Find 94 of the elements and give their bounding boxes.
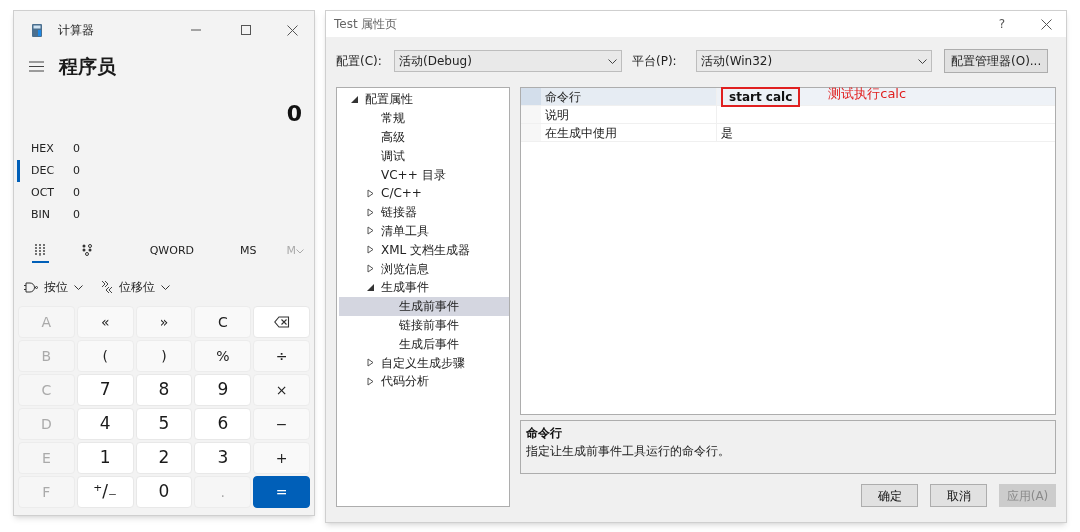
property-name: 命令行 [541,88,717,105]
bitwise-menu[interactable]: 按位 [24,278,83,296]
calculator-key[interactable]: 1 [76,442,134,474]
display-value: 0 [286,100,302,128]
word-size-button[interactable]: QWORD [149,242,194,260]
window-title: 计算器 [58,22,94,39]
description-text: 指定让生成前事件工具运行的命令行。 [526,443,731,461]
property-row[interactable]: 命令行 start calc 测试执行calc [521,88,1055,106]
calculator-key[interactable]: ⁺/₋ [76,476,134,508]
calculator-key[interactable]: 7 [76,374,134,406]
dialog-button[interactable]: 取消 [930,484,987,507]
calculator-key[interactable]: 3 [194,442,252,474]
chevron-down-icon [74,284,83,290]
base-row[interactable]: HEX 0 [17,138,314,160]
base-value: 0 [73,206,80,223]
calculator-key[interactable] [253,306,310,338]
chevron-down-icon [918,58,927,64]
tree-item[interactable]: 生成事件 [339,277,509,297]
property-row[interactable]: 在生成中使用 是 [521,124,1055,142]
calculator-key[interactable]: 4 [76,408,134,440]
calculator-key[interactable]: 2 [135,442,193,474]
logic-gate-icon [24,281,38,293]
base-row[interactable]: OCT 0 [17,182,314,204]
base-value: 0 [73,140,80,157]
backspace-icon [273,316,290,328]
tree-item[interactable]: 高级 [339,127,509,147]
calculator-key[interactable]: + [253,442,310,474]
calculator-key[interactable]: ÷ [253,340,310,372]
help-button[interactable]: ? [998,15,1005,33]
calculator-key[interactable]: ( [76,340,134,372]
expanded-arrow-icon [351,95,358,103]
tree-item[interactable]: 常规 [339,108,509,128]
shift-chevrons-icon [101,280,113,294]
bit-shift-menu[interactable]: 位移位 [101,278,170,296]
calculator-key[interactable]: 8 [135,374,193,406]
calculator-key[interactable]: × [253,374,310,406]
calculator-key[interactable]: − [253,408,310,440]
calculator-key[interactable]: 6 [194,408,252,440]
calculator-key[interactable]: « [76,306,134,338]
base-label: DEC [31,162,56,179]
property-row[interactable]: 说明 [521,106,1055,124]
calculator-key[interactable]: C [194,306,252,338]
tree-item[interactable]: 生成后事件 [339,334,509,354]
tree-item[interactable]: XML 文档生成器 [339,240,509,260]
tree-item[interactable]: 清单工具 [339,221,509,241]
tree-item[interactable]: 代码分析 [339,371,509,391]
platform-dropdown[interactable]: 活动(Win32) [696,50,932,72]
tree-item[interactable]: C/C++ [339,184,509,203]
calculator-key[interactable]: = [253,476,310,508]
keypad-icon [35,244,46,256]
calculator-key[interactable]: 9 [194,374,252,406]
base-value: 0 [73,184,80,201]
calculator-icon [32,23,42,37]
configuration-dropdown[interactable]: 活动(Debug) [394,50,622,72]
tree-item[interactable]: 链接器 [339,202,509,222]
property-value[interactable]: start calc [721,86,801,107]
tree-item[interactable]: 生成前事件 [339,296,509,316]
base-label: BIN [31,206,52,223]
base-value: 0 [73,162,80,179]
base-label: HEX [31,140,55,157]
calculator-key[interactable]: 5 [135,408,193,440]
platform-label: 平台(P): [632,53,678,70]
bit-dots-icon [82,244,93,256]
calculator-key[interactable]: 0 [135,476,193,508]
chevron-down-icon [296,248,304,254]
memory-save-button[interactable]: MS [240,242,257,260]
window-title: Test 属性页 [334,16,398,33]
property-value[interactable]: 是 [721,123,733,142]
dialog-button[interactable]: 确定 [861,484,918,507]
menu-icon[interactable] [29,60,44,72]
calculator-key[interactable]: » [135,306,193,338]
configuration-label: 配置(C): [336,53,383,70]
tree-item[interactable]: 链接前事件 [339,315,509,335]
calculator-key[interactable]: % [194,340,252,372]
chevron-down-icon [608,58,617,64]
tree-item[interactable]: 配置属性 [339,90,509,109]
property-name: 说明 [541,106,717,123]
tree-item[interactable]: VC++ 目录 [339,165,509,184]
close-icon[interactable] [287,24,298,36]
tree-item[interactable]: 浏览信息 [339,259,509,278]
base-label: OCT [31,184,56,201]
base-row[interactable]: DEC 0 [17,160,314,182]
chevron-down-icon [161,284,170,290]
base-row[interactable]: BIN 0 [17,204,314,226]
maximize-icon[interactable] [241,25,251,35]
tree-item[interactable]: 自定义生成步骤 [339,353,509,372]
mode-title: 程序员 [59,53,116,79]
description-title: 命令行 [526,425,563,443]
configuration-manager-button[interactable]: 配置管理器(O)... [944,49,1049,73]
tree-item[interactable]: 调试 [339,146,509,166]
property-name: 在生成中使用 [541,124,717,141]
expanded-arrow-icon [367,283,374,291]
calculator-key[interactable]: ) [135,340,193,372]
close-icon[interactable] [1041,18,1052,30]
